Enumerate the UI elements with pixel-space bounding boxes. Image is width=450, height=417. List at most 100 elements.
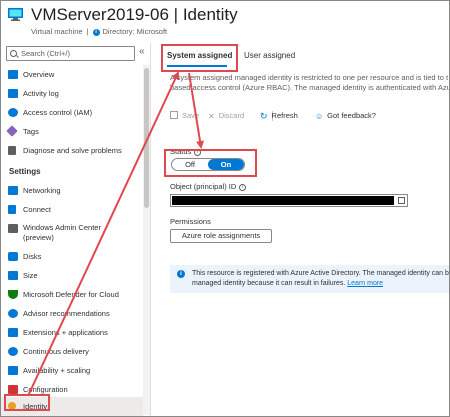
sidebar-item-diagnose[interactable]: Diagnose and solve problems	[1, 141, 143, 160]
configuration-icon	[8, 385, 18, 394]
search-input[interactable]: Search (Ctrl+/)	[6, 46, 135, 61]
resource-menu: Search (Ctrl+/) « Overview Activity log …	[1, 43, 151, 416]
info-icon: i	[194, 148, 202, 156]
discard-button[interactable]: ✕ Discard	[208, 109, 244, 123]
sidebar-item-size[interactable]: Size	[1, 266, 143, 285]
sidebar-item-label-preview: (preview)	[23, 233, 54, 242]
sidebar-item-label: Activity log	[23, 89, 59, 98]
resource-type: Virtual machine	[31, 27, 83, 36]
sidebar-item-disks[interactable]: Disks	[1, 247, 143, 266]
page-title: VMServer2019-06 | Identity	[31, 5, 238, 24]
status-label: Status i	[170, 147, 202, 156]
page-header: VMServer2019-06 | Identity ··· Virtual m…	[1, 1, 449, 43]
sidebar-item-defender[interactable]: Microsoft Defender for Cloud	[1, 285, 143, 304]
discard-label: Discard	[218, 111, 245, 120]
active-tab-indicator	[167, 65, 227, 67]
size-icon	[8, 271, 18, 280]
more-options-button[interactable]: ···	[216, 7, 231, 21]
refresh-button[interactable]: ↻ Refresh	[260, 109, 298, 123]
object-id-field[interactable]	[170, 194, 408, 207]
refresh-label: Refresh	[271, 111, 298, 120]
identity-pane: System assigned User assigned A system a…	[152, 43, 450, 416]
page-subtitle: Virtual machine | i Directory: Microsoft	[31, 27, 168, 36]
wrench-icon	[8, 146, 16, 155]
sidebar-item-continuous-delivery[interactable]: Continuous delivery	[1, 342, 143, 361]
feedback-button[interactable]: ☺ Got feedback?	[315, 109, 376, 123]
collapse-menu-button[interactable]: «	[139, 46, 145, 57]
sidebar-item-label: Advisor recommendations	[23, 309, 110, 318]
info-icon: i	[92, 28, 100, 36]
virtual-machine-icon	[8, 8, 23, 21]
redacted-value	[172, 196, 394, 205]
toggle-on-option[interactable]: On	[208, 159, 244, 170]
save-button[interactable]: Save	[170, 109, 199, 123]
sidebar-item-label: Diagnose and solve problems	[23, 146, 122, 155]
learn-more-link[interactable]: Learn more	[347, 280, 383, 287]
feedback-icon: ☺	[315, 112, 324, 121]
sidebar-item-label: Configuration	[23, 385, 68, 394]
sidebar-item-label: Microsoft Defender for Cloud	[23, 290, 119, 299]
sidebar-item-label: Disks	[23, 252, 42, 261]
network-icon	[8, 186, 18, 195]
sidebar-item-label: Overview	[23, 70, 55, 79]
save-icon	[170, 111, 178, 119]
refresh-icon: ↻	[260, 111, 268, 121]
key-icon	[8, 402, 16, 410]
sidebar-item-label: Networking	[23, 186, 61, 195]
banner-text: This resource is registered with Azure A…	[192, 269, 450, 288]
shield-icon	[8, 290, 18, 299]
info-icon: i	[239, 183, 247, 191]
identity-description: A system assigned managed identity is re…	[170, 73, 450, 92]
permissions-label: Permissions	[170, 217, 211, 226]
status-text: Status	[170, 147, 192, 156]
disk-icon	[8, 252, 18, 261]
info-icon: i	[177, 270, 185, 278]
directory-label: Directory: Microsoft	[102, 27, 168, 36]
monitor-icon	[8, 70, 18, 79]
search-placeholder: Search (Ctrl+/)	[21, 49, 70, 58]
copy-icon[interactable]	[398, 197, 405, 204]
sidebar-item-label: Identity	[23, 402, 48, 411]
azure-role-assignments-button[interactable]: Azure role assignments	[170, 229, 272, 243]
sidebar-scroll-thumb[interactable]	[144, 68, 149, 208]
connect-icon	[8, 205, 16, 214]
admin-center-icon	[8, 224, 18, 233]
info-banner: i This resource is registered with Azure…	[170, 265, 450, 293]
activity-log-icon	[8, 89, 18, 98]
people-icon	[8, 108, 18, 117]
settings-section-title: Settings	[9, 167, 41, 176]
sidebar-item-access-control[interactable]: Access control (IAM)	[1, 103, 143, 122]
sidebar-item-label: Windows Admin Center	[23, 223, 101, 232]
search-icon	[10, 50, 17, 57]
sidebar-item-label: Extensions + applications	[23, 328, 108, 337]
portal-window: VMServer2019-06 | Identity ··· Virtual m…	[0, 0, 450, 417]
save-label: Save	[182, 111, 200, 120]
delivery-icon	[8, 347, 18, 356]
sidebar-item-identity[interactable]: Identity	[1, 397, 143, 416]
sidebar-item-connect[interactable]: Connect	[1, 200, 143, 219]
sidebar-item-windows-admin-center[interactable]: Windows Admin Center (preview)	[1, 219, 143, 247]
availability-icon	[8, 366, 18, 375]
tag-icon	[6, 125, 18, 137]
advisor-icon	[8, 309, 18, 318]
sidebar-item-extensions[interactable]: Extensions + applications	[1, 323, 143, 342]
sidebar-item-networking[interactable]: Networking	[1, 181, 143, 200]
tab-user-assigned[interactable]: User assigned	[244, 51, 295, 60]
sidebar-item-label: Tags	[23, 127, 39, 136]
sidebar-item-label: Continuous delivery	[23, 347, 89, 356]
sidebar-item-label: Connect	[23, 205, 51, 214]
sidebar-item-activity-log[interactable]: Activity log	[1, 84, 143, 103]
object-id-text: Object (principal) ID	[170, 182, 237, 191]
status-toggle[interactable]: Off On	[171, 158, 245, 171]
sidebar-item-label: Size	[23, 271, 38, 280]
sidebar-item-availability[interactable]: Availability + scaling	[1, 361, 143, 380]
discard-icon: ✕	[208, 112, 215, 121]
object-id-label: Object (principal) ID i	[170, 182, 247, 191]
tab-system-assigned[interactable]: System assigned	[167, 51, 232, 60]
sidebar-item-overview[interactable]: Overview	[1, 65, 143, 84]
sidebar-item-advisor[interactable]: Advisor recommendations	[1, 304, 143, 323]
extensions-icon	[8, 328, 18, 337]
sidebar-item-tags[interactable]: Tags	[1, 122, 143, 141]
banner-message: This resource is registered with Azure A…	[192, 270, 450, 287]
toggle-off-option[interactable]: Off	[172, 159, 208, 170]
